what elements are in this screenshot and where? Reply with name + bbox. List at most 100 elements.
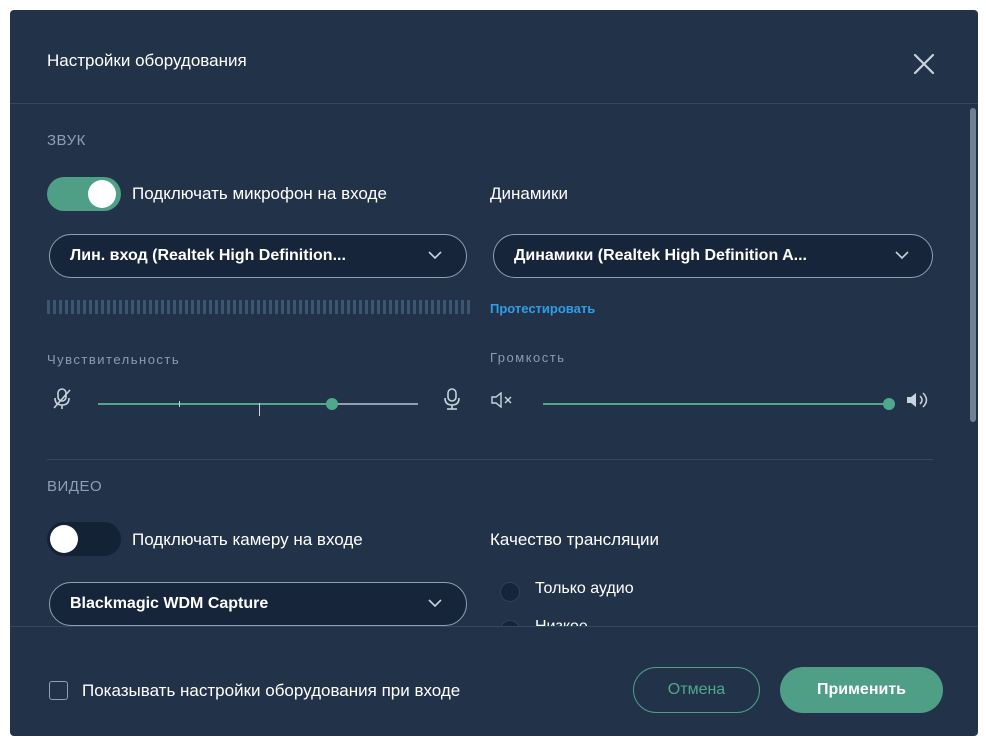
toggle-knob <box>50 525 78 553</box>
slider-tick <box>259 403 260 416</box>
level-segment <box>341 300 344 314</box>
level-segment <box>221 300 224 314</box>
mic-toggle-label: Подключать микрофон на входе <box>132 184 387 203</box>
sensitivity-label: Чувствительность <box>47 352 181 367</box>
level-segment <box>383 300 386 314</box>
level-segment <box>179 300 182 314</box>
dialog-footer: Показывать настройки оборудования при вх… <box>10 626 978 736</box>
sensitivity-slider-knob[interactable] <box>326 398 338 410</box>
cancel-button[interactable]: Отмена <box>633 667 760 713</box>
level-segment <box>59 300 62 314</box>
camera-toggle[interactable] <box>47 522 121 556</box>
chevron-down-icon <box>895 251 909 260</box>
level-segment <box>131 300 134 314</box>
slider-tick <box>179 401 180 407</box>
level-segment <box>149 300 152 314</box>
level-segment <box>155 300 158 314</box>
camera-device-value: Blackmagic WDM Capture <box>70 595 269 612</box>
level-segment <box>377 300 380 314</box>
level-segment <box>269 300 272 314</box>
level-segment <box>89 300 92 314</box>
level-segment <box>167 300 170 314</box>
level-segment <box>461 300 464 314</box>
level-segment <box>401 300 404 314</box>
level-segment <box>305 300 308 314</box>
level-segment <box>419 300 422 314</box>
scrollbar-thumb[interactable] <box>970 108 976 422</box>
volume-slider-knob[interactable] <box>883 398 895 410</box>
level-segment <box>371 300 374 314</box>
close-icon <box>913 53 935 75</box>
camera-toggle-label: Подключать камеру на входе <box>132 530 363 549</box>
level-segment <box>203 300 206 314</box>
level-segment <box>95 300 98 314</box>
level-segment <box>263 300 266 314</box>
level-segment <box>413 300 416 314</box>
scrollbar[interactable] <box>968 104 978 626</box>
mic-device-select[interactable]: Лин. вход (Realtek High Definition... <box>49 234 467 278</box>
mic-level-meter <box>47 300 470 314</box>
level-segment <box>275 300 278 314</box>
level-segment <box>329 300 332 314</box>
level-segment <box>47 300 50 314</box>
level-segment <box>137 300 140 314</box>
level-segment <box>467 300 470 314</box>
level-segment <box>197 300 200 314</box>
level-segment <box>125 300 128 314</box>
level-segment <box>185 300 188 314</box>
speakers-label: Динамики <box>490 184 568 203</box>
level-segment <box>119 300 122 314</box>
sensitivity-track-empty <box>332 403 418 405</box>
level-segment <box>71 300 74 314</box>
level-segment <box>173 300 176 314</box>
level-segment <box>53 300 56 314</box>
level-segment <box>113 300 116 314</box>
camera-device-select[interactable]: Blackmagic WDM Capture <box>49 582 467 626</box>
quality-label: Качество трансляции <box>490 530 660 549</box>
level-segment <box>407 300 410 314</box>
apply-button[interactable]: Применить <box>780 667 943 713</box>
video-section-title: ВИДЕО <box>47 478 103 495</box>
level-segment <box>323 300 326 314</box>
speaker-icon <box>907 392 928 408</box>
level-segment <box>443 300 446 314</box>
sensitivity-track-filled <box>98 403 332 405</box>
level-segment <box>245 300 248 314</box>
show-on-join-checkbox[interactable] <box>49 681 68 700</box>
level-segment <box>239 300 242 314</box>
test-speakers-link[interactable]: Протестировать <box>490 301 595 316</box>
level-segment <box>347 300 350 314</box>
equipment-settings-dialog: Настройки оборудования ЗВУК Подключать м… <box>10 10 978 736</box>
level-segment <box>425 300 428 314</box>
level-segment <box>431 300 434 314</box>
volume-label: Громкость <box>490 350 566 365</box>
level-segment <box>335 300 338 314</box>
settings-content: ЗВУК Подключать микрофон на входе Динами… <box>10 104 968 626</box>
dialog-header: Настройки оборудования <box>10 10 978 104</box>
level-segment <box>317 300 320 314</box>
show-on-join-label: Показывать настройки оборудования при вх… <box>82 681 461 700</box>
toggle-knob <box>88 180 116 208</box>
mic-icon <box>444 388 460 410</box>
level-segment <box>449 300 452 314</box>
level-segment <box>143 300 146 314</box>
quality-radio-audio-only[interactable] <box>500 582 520 602</box>
level-segment <box>287 300 290 314</box>
speaker-device-value: Динамики (Realtek High Definition A... <box>514 247 807 264</box>
level-segment <box>209 300 212 314</box>
level-segment <box>257 300 260 314</box>
volume-track-filled <box>543 403 889 405</box>
level-segment <box>101 300 104 314</box>
level-segment <box>299 300 302 314</box>
speaker-device-select[interactable]: Динамики (Realtek High Definition A... <box>493 234 933 278</box>
level-segment <box>77 300 80 314</box>
mic-toggle[interactable] <box>47 177 121 211</box>
level-segment <box>281 300 284 314</box>
volume-slider[interactable] <box>543 392 895 416</box>
level-segment <box>311 300 314 314</box>
quality-option-low: Низкое <box>535 618 588 626</box>
mic-muted-icon <box>53 388 71 409</box>
sensitivity-slider[interactable] <box>98 392 418 416</box>
level-segment <box>359 300 362 314</box>
close-button[interactable] <box>910 50 938 78</box>
